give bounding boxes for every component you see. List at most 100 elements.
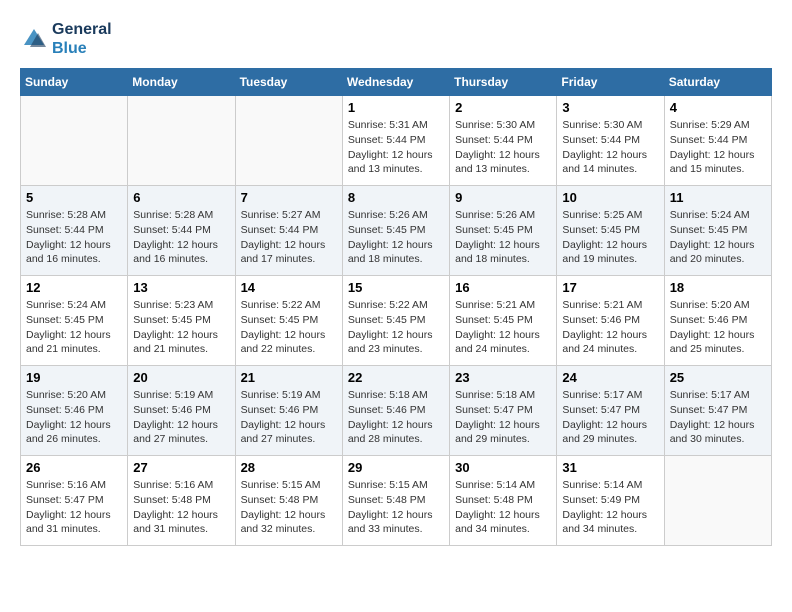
day-info: Sunrise: 5:28 AM Sunset: 5:44 PM Dayligh… [26,208,122,267]
day-info: Sunrise: 5:16 AM Sunset: 5:48 PM Dayligh… [133,478,229,537]
day-header-tuesday: Tuesday [235,69,342,96]
day-header-thursday: Thursday [450,69,557,96]
day-number: 3 [562,100,658,115]
day-info: Sunrise: 5:19 AM Sunset: 5:46 PM Dayligh… [133,388,229,447]
calendar-cell: 3 Sunrise: 5:30 AM Sunset: 5:44 PM Daylig… [557,96,664,186]
calendar-cell: 16Sunrise: 5:21 AM Sunset: 5:45 PM Dayli… [450,276,557,366]
calendar-cell [128,96,235,186]
calendar-cell: 8 Sunrise: 5:26 AM Sunset: 5:45 PM Daylig… [342,186,449,276]
day-info: Sunrise: 5:30 AM Sunset: 5:44 PM Dayligh… [455,118,551,177]
day-number: 11 [670,190,766,205]
day-info: Sunrise: 5:22 AM Sunset: 5:45 PM Dayligh… [348,298,444,357]
day-number: 22 [348,370,444,385]
day-number: 5 [26,190,122,205]
day-number: 8 [348,190,444,205]
calendar-cell: 22 Sunrise: 5:18 AM Sunset: 5:46 PM Dayli… [342,366,449,456]
day-number: 17 [562,280,658,295]
day-number: 18 [670,280,766,295]
day-info: Sunrise: 5:30 AM Sunset: 5:44 PM Dayligh… [562,118,658,177]
calendar-cell: 15 Sunrise: 5:22 AM Sunset: 5:45 PM Dayli… [342,276,449,366]
day-info: Sunrise: 5:18 AM Sunset: 5:47 PM Dayligh… [455,388,551,447]
day-header-sunday: Sunday [21,69,128,96]
logo-text: General Blue [52,20,112,58]
calendar-cell: 1 Sunrise: 5:31 AM Sunset: 5:44 PM Daylig… [342,96,449,186]
day-info: Sunrise: 5:29 AM Sunset: 5:44 PM Dayligh… [670,118,766,177]
calendar-header-row: SundayMondayTuesdayWednesdayThursdayFrid… [21,69,772,96]
day-number: 24 [562,370,658,385]
logo-icon [20,25,48,53]
calendar-cell: 11 Sunrise: 5:24 AM Sunset: 5:45 PM Dayli… [664,186,771,276]
day-number: 20 [133,370,229,385]
calendar-cell: 25 Sunrise: 5:17 AM Sunset: 5:47 PM Dayli… [664,366,771,456]
day-number: 30 [455,460,551,475]
day-info: Sunrise: 5:19 AM Sunset: 5:46 PM Dayligh… [241,388,337,447]
calendar-cell: 12 Sunrise: 5:24 AM Sunset: 5:45 PM Dayli… [21,276,128,366]
day-number: 27 [133,460,229,475]
day-number: 19 [26,370,122,385]
day-number: 12 [26,280,122,295]
day-number: 15 [348,280,444,295]
day-info: Sunrise: 5:15 AM Sunset: 5:48 PM Dayligh… [348,478,444,537]
day-info: Sunrise: 5:15 AM Sunset: 5:48 PM Dayligh… [241,478,337,537]
day-info: Sunrise: 5:20 AM Sunset: 5:46 PM Dayligh… [26,388,122,447]
day-number: 14 [241,280,337,295]
day-number: 1 [348,100,444,115]
day-info: Sunrise: 5:17 AM Sunset: 5:47 PM Dayligh… [670,388,766,447]
calendar-cell: 24 Sunrise: 5:17 AM Sunset: 5:47 PM Dayli… [557,366,664,456]
calendar-week-row: 19 Sunrise: 5:20 AM Sunset: 5:46 PM Dayli… [21,366,772,456]
day-info: Sunrise: 5:21 AM Sunset: 5:45 PM Dayligh… [455,298,551,357]
page-header: General Blue [20,20,772,58]
day-info: Sunrise: 5:22 AM Sunset: 5:45 PM Dayligh… [241,298,337,357]
day-info: Sunrise: 5:25 AM Sunset: 5:45 PM Dayligh… [562,208,658,267]
calendar-cell: 26 Sunrise: 5:16 AM Sunset: 5:47 PM Dayli… [21,456,128,546]
day-info: Sunrise: 5:28 AM Sunset: 5:44 PM Dayligh… [133,208,229,267]
calendar-week-row: 26 Sunrise: 5:16 AM Sunset: 5:47 PM Dayli… [21,456,772,546]
logo: General Blue [20,20,112,58]
calendar-cell [235,96,342,186]
day-number: 7 [241,190,337,205]
day-number: 25 [670,370,766,385]
day-info: Sunrise: 5:16 AM Sunset: 5:47 PM Dayligh… [26,478,122,537]
day-info: Sunrise: 5:18 AM Sunset: 5:46 PM Dayligh… [348,388,444,447]
day-info: Sunrise: 5:23 AM Sunset: 5:45 PM Dayligh… [133,298,229,357]
day-info: Sunrise: 5:17 AM Sunset: 5:47 PM Dayligh… [562,388,658,447]
day-number: 2 [455,100,551,115]
day-number: 21 [241,370,337,385]
day-number: 13 [133,280,229,295]
day-info: Sunrise: 5:27 AM Sunset: 5:44 PM Dayligh… [241,208,337,267]
day-info: Sunrise: 5:20 AM Sunset: 5:46 PM Dayligh… [670,298,766,357]
calendar-week-row: 12 Sunrise: 5:24 AM Sunset: 5:45 PM Dayli… [21,276,772,366]
calendar-cell: 27 Sunrise: 5:16 AM Sunset: 5:48 PM Dayli… [128,456,235,546]
day-info: Sunrise: 5:26 AM Sunset: 5:45 PM Dayligh… [455,208,551,267]
day-number: 9 [455,190,551,205]
day-header-monday: Monday [128,69,235,96]
calendar-cell: 5 Sunrise: 5:28 AM Sunset: 5:44 PM Daylig… [21,186,128,276]
calendar-cell: 30 Sunrise: 5:14 AM Sunset: 5:48 PM Dayli… [450,456,557,546]
calendar-cell: 4Sunrise: 5:29 AM Sunset: 5:44 PM Daylig… [664,96,771,186]
day-info: Sunrise: 5:24 AM Sunset: 5:45 PM Dayligh… [26,298,122,357]
calendar-cell: 9 Sunrise: 5:26 AM Sunset: 5:45 PM Daylig… [450,186,557,276]
day-number: 26 [26,460,122,475]
calendar-cell: 10Sunrise: 5:25 AM Sunset: 5:45 PM Dayli… [557,186,664,276]
day-info: Sunrise: 5:24 AM Sunset: 5:45 PM Dayligh… [670,208,766,267]
day-header-friday: Friday [557,69,664,96]
calendar-cell: 21 Sunrise: 5:19 AM Sunset: 5:46 PM Dayli… [235,366,342,456]
calendar-cell: 7 Sunrise: 5:27 AM Sunset: 5:44 PM Daylig… [235,186,342,276]
day-header-wednesday: Wednesday [342,69,449,96]
day-info: Sunrise: 5:31 AM Sunset: 5:44 PM Dayligh… [348,118,444,177]
day-number: 31 [562,460,658,475]
calendar-cell: 31Sunrise: 5:14 AM Sunset: 5:49 PM Dayli… [557,456,664,546]
calendar-cell: 28 Sunrise: 5:15 AM Sunset: 5:48 PM Dayli… [235,456,342,546]
calendar-cell: 20 Sunrise: 5:19 AM Sunset: 5:46 PM Dayli… [128,366,235,456]
calendar-week-row: 1 Sunrise: 5:31 AM Sunset: 5:44 PM Daylig… [21,96,772,186]
calendar-cell: 29 Sunrise: 5:15 AM Sunset: 5:48 PM Dayli… [342,456,449,546]
calendar-cell: 2 Sunrise: 5:30 AM Sunset: 5:44 PM Daylig… [450,96,557,186]
calendar-cell [21,96,128,186]
calendar-cell: 23 Sunrise: 5:18 AM Sunset: 5:47 PM Dayli… [450,366,557,456]
day-number: 29 [348,460,444,475]
day-info: Sunrise: 5:14 AM Sunset: 5:48 PM Dayligh… [455,478,551,537]
calendar-cell [664,456,771,546]
day-number: 28 [241,460,337,475]
day-number: 23 [455,370,551,385]
day-info: Sunrise: 5:26 AM Sunset: 5:45 PM Dayligh… [348,208,444,267]
